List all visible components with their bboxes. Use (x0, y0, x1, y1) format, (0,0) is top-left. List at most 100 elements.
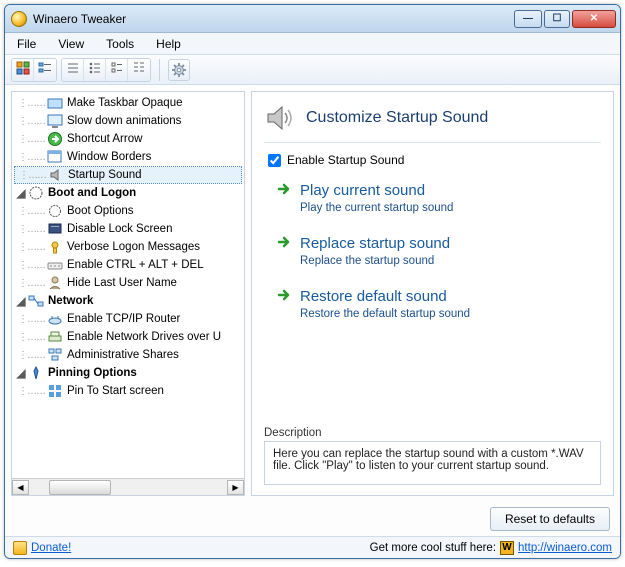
panel-speaker-icon (264, 102, 296, 134)
pin-start-icon (47, 383, 63, 399)
menubar: File View Tools Help (5, 33, 620, 55)
window-borders-icon (47, 149, 63, 165)
action-play[interactable]: Play current sound Play the current star… (276, 181, 601, 214)
arrow-right-icon (276, 181, 292, 200)
view-mode-4-button[interactable] (84, 59, 106, 81)
action-title: Restore default sound (300, 288, 447, 305)
view-mode-1-button[interactable] (12, 59, 34, 81)
verbose-logon-icon (47, 239, 63, 255)
action-desc: Replace the startup sound (300, 255, 601, 267)
tree-view[interactable]: ⋮……Make Taskbar Opaque ⋮……Slow down anim… (12, 92, 244, 478)
boot-options-icon (47, 203, 63, 219)
tree-item-label: Window Borders (67, 151, 151, 163)
tree-category-label: Pinning Options (48, 367, 137, 379)
minimize-button[interactable]: — (514, 10, 542, 28)
details-panel: Customize Startup Sound Enable Startup S… (251, 91, 614, 496)
scroll-right-button[interactable]: ▶ (227, 480, 244, 495)
settings-button[interactable] (168, 59, 190, 81)
tree-item-label: Boot Options (67, 205, 133, 217)
maximize-button[interactable]: ☐ (544, 10, 570, 28)
router-icon (47, 311, 63, 327)
menu-file[interactable]: File (13, 35, 40, 53)
tree-category-label: Network (48, 295, 93, 307)
speaker-icon (48, 167, 64, 183)
enable-startup-sound-row[interactable]: Enable Startup Sound (268, 153, 601, 167)
tree-item[interactable]: ⋮……Slow down animations (12, 112, 244, 130)
network-drive-icon (47, 329, 63, 345)
boot-icon (28, 185, 44, 201)
reset-defaults-button[interactable]: Reset to defaults (490, 507, 610, 531)
tree-item-label: Pin To Start screen (67, 385, 164, 397)
taskbar-icon (47, 95, 63, 111)
tree-item[interactable]: ⋮……Hide Last User Name (12, 274, 244, 292)
donate-link[interactable]: Donate! (13, 541, 71, 555)
statusbar: Donate! Get more cool stuff here: W http… (5, 536, 620, 558)
view-mode-3-button[interactable] (62, 59, 84, 81)
description-box: Here you can replace the startup sound w… (264, 441, 601, 485)
tree-item[interactable]: ⋮……Enable Network Drives over U (12, 328, 244, 346)
menu-view[interactable]: View (54, 35, 88, 53)
tree-item-label: Administrative Shares (67, 349, 179, 361)
tree-item[interactable]: ⋮……Disable Lock Screen (12, 220, 244, 238)
app-icon (11, 11, 27, 27)
tree-item[interactable]: ⋮……Verbose Logon Messages (12, 238, 244, 256)
tree-category[interactable]: ◢Network (12, 292, 244, 310)
titlebar[interactable]: Winaero Tweaker — ☐ ✕ (5, 5, 620, 33)
tree-item-selected[interactable]: ⋮……Startup Sound (14, 166, 242, 184)
close-button[interactable]: ✕ (572, 10, 616, 28)
tree-category-label: Boot and Logon (48, 187, 136, 199)
toolbar (5, 55, 620, 85)
tree-item[interactable]: ⋮……Make Taskbar Opaque (12, 94, 244, 112)
scroll-thumb[interactable] (49, 480, 111, 495)
view-mode-6-button[interactable] (128, 59, 150, 81)
pin-icon (28, 365, 44, 381)
action-desc: Restore the default startup sound (300, 308, 601, 320)
tree-category[interactable]: ◢Pinning Options (12, 364, 244, 382)
menu-tools[interactable]: Tools (102, 35, 138, 53)
tree-item[interactable]: ⋮……Window Borders (12, 148, 244, 166)
tree-item-label: Enable TCP/IP Router (67, 313, 180, 325)
lock-screen-icon (47, 221, 63, 237)
winaero-icon: W (500, 541, 514, 555)
donate-label: Donate! (31, 542, 71, 554)
tree-item[interactable]: ⋮……Pin To Start screen (12, 382, 244, 400)
enable-startup-sound-label: Enable Startup Sound (287, 153, 404, 167)
tree-category[interactable]: ◢Boot and Logon (12, 184, 244, 202)
tree-item-label: Shortcut Arrow (67, 133, 142, 145)
view-mode-5-button[interactable] (106, 59, 128, 81)
tree-item[interactable]: ⋮……Administrative Shares (12, 346, 244, 364)
user-icon (47, 275, 63, 291)
tree-item[interactable]: ⋮……Enable TCP/IP Router (12, 310, 244, 328)
tree-item-label: Enable Network Drives over U (67, 331, 221, 343)
scroll-left-button[interactable]: ◀ (12, 480, 29, 495)
enable-startup-sound-checkbox[interactable] (268, 154, 281, 167)
tree-item[interactable]: ⋮……Boot Options (12, 202, 244, 220)
arrow-right-icon (276, 234, 292, 253)
bottom-bar: Reset to defaults (5, 502, 620, 536)
horizontal-scrollbar[interactable]: ◀ ▶ (12, 478, 244, 495)
ctrl-alt-del-icon (47, 257, 63, 273)
menu-help[interactable]: Help (152, 35, 185, 53)
action-title: Play current sound (300, 182, 425, 199)
view-mode-2-button[interactable] (34, 59, 56, 81)
action-replace[interactable]: Replace startup sound Replace the startu… (276, 234, 601, 267)
tree-item-label: Startup Sound (68, 169, 142, 181)
window-frame: Winaero Tweaker — ☐ ✕ File View Tools He… (4, 4, 621, 559)
action-restore[interactable]: Restore default sound Restore the defaul… (276, 287, 601, 320)
donate-icon (13, 541, 27, 555)
tree-item-label: Make Taskbar Opaque (67, 97, 183, 109)
tree-item-label: Verbose Logon Messages (67, 241, 200, 253)
tree-panel: ⋮……Make Taskbar Opaque ⋮……Slow down anim… (11, 91, 245, 496)
description-label: Description (264, 427, 601, 439)
tree-item-label: Slow down animations (67, 115, 181, 127)
winaero-link[interactable]: http://winaero.com (518, 542, 612, 554)
tree-item[interactable]: ⋮……Shortcut Arrow (12, 130, 244, 148)
network-icon (28, 293, 44, 309)
more-stuff-label: Get more cool stuff here: (370, 542, 496, 554)
admin-shares-icon (47, 347, 63, 363)
tree-item[interactable]: ⋮……Enable CTRL + ALT + DEL (12, 256, 244, 274)
tree-item-label: Enable CTRL + ALT + DEL (67, 259, 204, 271)
shortcut-arrow-icon (47, 131, 63, 147)
toolbar-separator (159, 59, 160, 81)
action-title: Replace startup sound (300, 235, 450, 252)
